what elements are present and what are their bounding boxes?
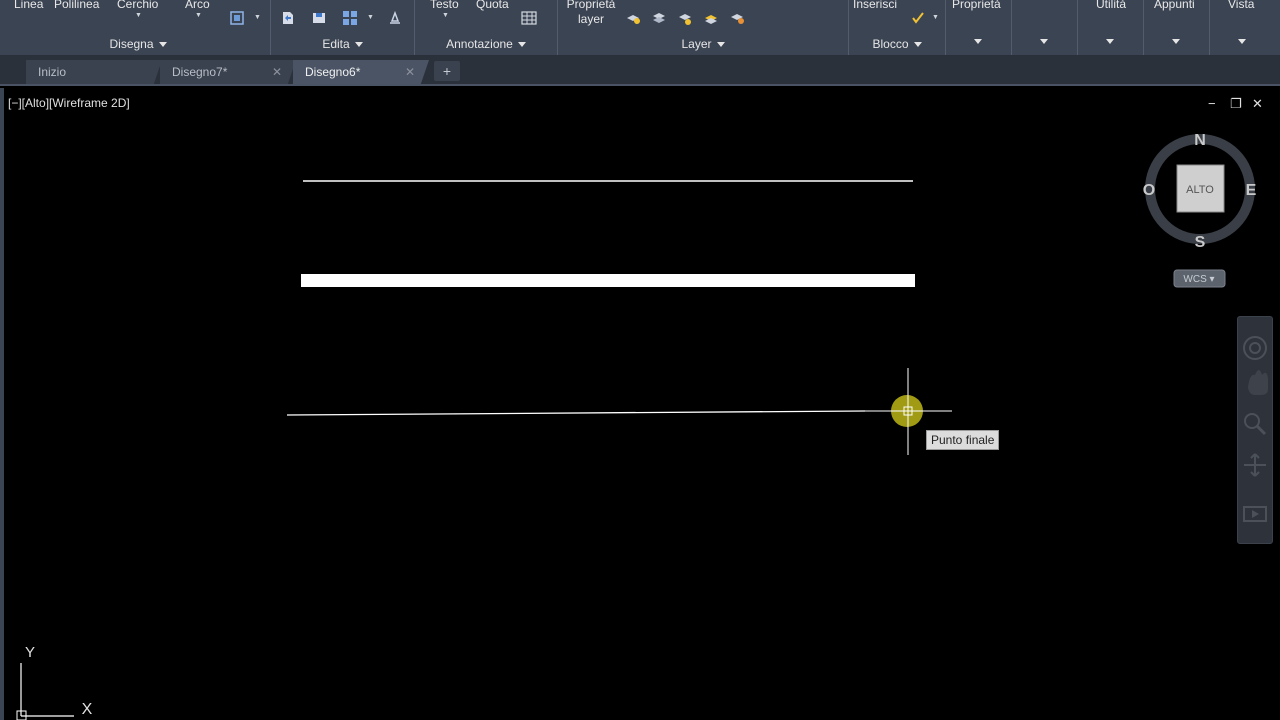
wcs-menu-label: WCS ▾ xyxy=(1183,274,1214,285)
compass-north-label[interactable]: N xyxy=(1194,132,1206,149)
orbit-icon[interactable] xyxy=(1244,453,1266,477)
viewcube-face-label: ALTO xyxy=(1186,184,1214,196)
zoom-icon[interactable] xyxy=(1244,413,1260,429)
ucs-x-label: X xyxy=(82,701,93,718)
snap-tooltip: Punto finale xyxy=(926,430,1000,450)
compass-east-label[interactable]: E xyxy=(1246,182,1257,199)
compass-south-label[interactable]: S xyxy=(1195,234,1206,251)
ucs-y-label: Y xyxy=(25,644,35,661)
drawn-thick-polyline[interactable] xyxy=(301,274,915,287)
navigation-bar xyxy=(1237,316,1273,544)
drawing-canvas[interactable]: ALTO N S E O WCS ▾ Y X xyxy=(0,0,1280,720)
compass-west-label[interactable]: O xyxy=(1143,182,1155,199)
steering-wheel-icon[interactable] xyxy=(1243,336,1267,360)
pan-icon[interactable] xyxy=(1248,370,1268,395)
drawn-line-active[interactable] xyxy=(286,410,866,416)
steering-wheel-inner xyxy=(1249,342,1261,354)
